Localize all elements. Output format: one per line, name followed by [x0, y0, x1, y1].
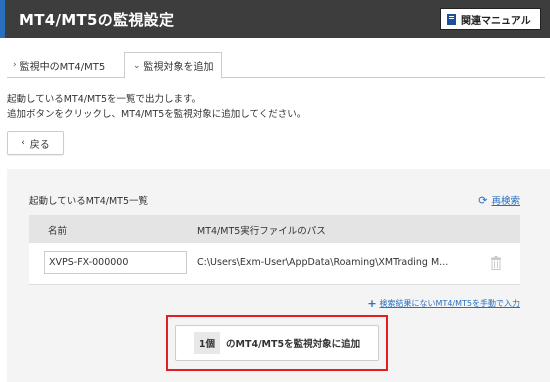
page-title: MT4/MT5の監視設定: [19, 11, 175, 29]
chevron-left-icon: ‹: [21, 138, 25, 148]
selected-count-badge: 1個: [193, 332, 221, 354]
back-button-label: 戻る: [29, 139, 50, 151]
tab-monitoring[interactable]: › 監視中のMT4/MT5: [7, 52, 123, 78]
table-row: C:\Users\Exm-User\AppData\Roaming\XMTrad…: [29, 243, 520, 285]
refresh-link[interactable]: ⟳ 再検索: [478, 193, 520, 208]
manual-add-link[interactable]: + 検索結果にないMT4/MT5を手動で入力: [367, 297, 520, 310]
page-header: MT4/MT5の監視設定 関連マニュアル: [0, 0, 550, 38]
add-button-highlight: 1個 のMT4/MT5を監視対象に追加: [166, 315, 388, 371]
column-header-path: MT4/MT5実行ファイルのパス: [197, 226, 326, 237]
table-header: 名前 MT4/MT5実行ファイルのパス: [29, 215, 520, 243]
add-to-monitoring-button[interactable]: 1個 のMT4/MT5を監視対象に追加: [175, 325, 379, 361]
refresh-icon: ⟳: [478, 193, 488, 207]
manual-add-label: 検索結果にないMT4/MT5を手動で入力: [379, 299, 520, 308]
panel-title: 起動しているMT4/MT5一覧: [29, 196, 149, 207]
refresh-label: 再検索: [491, 196, 520, 207]
tab-monitoring-label: 監視中のMT4/MT5: [19, 61, 106, 73]
book-icon: [447, 13, 456, 25]
description-line-2: 追加ボタンをクリックし、MT4/MT5を監視対象に追加してください。: [7, 109, 307, 120]
description-line-1: 起動しているMT4/MT5を一覧で出力します。: [7, 94, 202, 105]
tab-bar: › 監視中のMT4/MT5 ⌄ 監視対象を追加: [7, 52, 545, 79]
chevron-down-icon: ⌄: [133, 60, 141, 71]
add-button-label: のMT4/MT5を監視対象に追加: [226, 339, 361, 350]
tab-add-target-label: 監視対象を追加: [143, 62, 214, 73]
running-list-panel: 起動しているMT4/MT5一覧 ⟳ 再検索 名前 MT4/MT5実行ファイルのパ…: [7, 169, 550, 382]
related-manual-button[interactable]: 関連マニュアル: [440, 8, 541, 30]
chevron-right-icon: ›: [13, 60, 17, 70]
executable-path: C:\Users\Exm-User\AppData\Roaming\XMTrad…: [197, 257, 449, 268]
column-header-name: 名前: [48, 226, 68, 237]
related-manual-label: 関連マニュアル: [461, 15, 531, 27]
back-button[interactable]: ‹ 戻る: [7, 131, 64, 155]
tab-add-target[interactable]: ⌄ 監視対象を追加: [124, 52, 222, 79]
trash-icon[interactable]: [491, 256, 501, 270]
plus-icon: +: [367, 297, 377, 310]
name-input[interactable]: [44, 251, 187, 274]
